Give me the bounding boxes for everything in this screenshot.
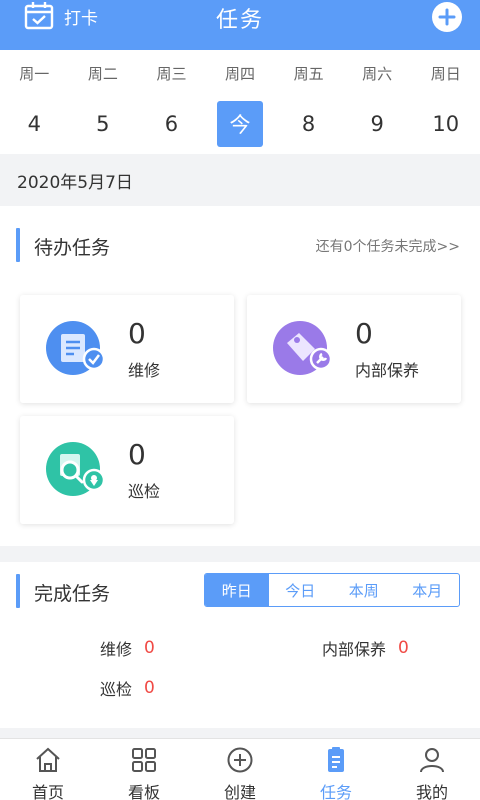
maintenance-count: 0 [355,317,373,350]
inspection-count: 0 [128,438,146,471]
stat-maintenance: 内部保养 0 [322,636,409,660]
stat-label: 内部保养 [322,640,387,659]
add-button[interactable] [432,2,462,32]
date-cell-today[interactable]: 今 [206,101,275,147]
today-marker: 今 [217,101,264,147]
period-tab-yesterday[interactable]: 昨日 [205,574,269,606]
period-tab-month[interactable]: 本月 [396,574,460,606]
section-accent-bar [16,228,20,262]
repair-label: 维修 [128,361,161,380]
date-cell[interactable]: 4 [0,101,69,147]
tab-label: 创建 [223,783,256,800]
tab-tasks[interactable]: 任务 [288,739,384,800]
create-plus-icon [227,747,253,773]
inspection-search-icon [46,442,106,496]
tab-dashboard[interactable]: 看板 [96,739,192,800]
tab-profile[interactable]: 我的 [384,739,480,800]
stat-label: 维修 [100,640,133,659]
section-accent-bar [16,574,20,608]
weekday-label: 周五 [293,65,324,83]
week-calendar: 周一 周二 周三 周四 周五 周六 周日 4 5 6 今 8 9 10 [0,50,480,154]
plus-icon [438,8,456,26]
repair-count: 0 [128,317,146,350]
period-tab-week[interactable]: 本周 [332,574,396,606]
date-cell[interactable]: 6 [137,101,206,147]
period-segmented-control: 昨日 今日 本周 本月 [204,573,460,607]
completed-title: 完成任务 [34,583,111,605]
home-icon [36,747,60,772]
date-cell[interactable]: 8 [274,101,343,147]
repair-task-card[interactable]: 0 维修 [20,295,234,403]
stat-value: 0 [398,638,409,658]
maintenance-tag-icon [273,321,333,375]
maintenance-task-card[interactable]: 0 内部保养 [247,295,461,403]
date-cell[interactable]: 10 [411,101,480,147]
inspection-task-card[interactable]: 0 巡检 [20,416,234,524]
repair-doc-icon [46,321,106,375]
stat-repair: 维修 0 [100,636,155,660]
maintenance-label: 内部保养 [355,361,420,380]
inspection-label: 巡检 [128,482,161,501]
pending-tasks-section: 待办任务 还有0个任务未完成>> 0 维修 0 内部保养 0 巡检 [0,206,480,546]
selected-date-label: 2020年5月7日 [0,154,480,206]
task-clipboard-icon [328,747,344,772]
user-icon [420,748,444,773]
tab-label: 任务 [319,783,352,800]
unfinished-tasks-link[interactable]: 还有0个任务未完成>> [316,236,460,256]
weekday-label: 周二 [87,65,118,83]
period-tab-today[interactable]: 今日 [269,574,333,606]
dashboard-grid-icon [132,748,156,772]
tab-label: 首页 [31,783,64,800]
page-title: 任务 [215,8,264,33]
weekday-label: 周三 [156,65,187,83]
stat-label: 巡检 [100,680,133,699]
weekday-label: 周日 [430,65,461,83]
completed-tasks-section: 完成任务 昨日 今日 本周 本月 维修 0 内部保养 0 巡检 0 [0,562,480,728]
header-bar: 打卡 任务 [0,0,480,50]
stat-value: 0 [144,678,155,698]
date-cell[interactable]: 9 [343,101,412,147]
weekday-label: 周一 [19,65,50,83]
tab-home[interactable]: 首页 [0,739,96,800]
tab-label: 我的 [415,783,448,800]
tab-create[interactable]: 创建 [192,739,288,800]
weekday-label: 周四 [225,65,256,83]
date-cell[interactable]: 5 [69,101,138,147]
stat-value: 0 [144,638,155,658]
stat-inspection: 巡检 0 [100,676,155,700]
pending-title: 待办任务 [34,237,111,259]
weekday-label: 周六 [362,65,393,83]
bottom-tab-bar: 首页 看板 创建 任务 我的 [0,738,480,800]
tab-label: 看板 [127,783,160,800]
